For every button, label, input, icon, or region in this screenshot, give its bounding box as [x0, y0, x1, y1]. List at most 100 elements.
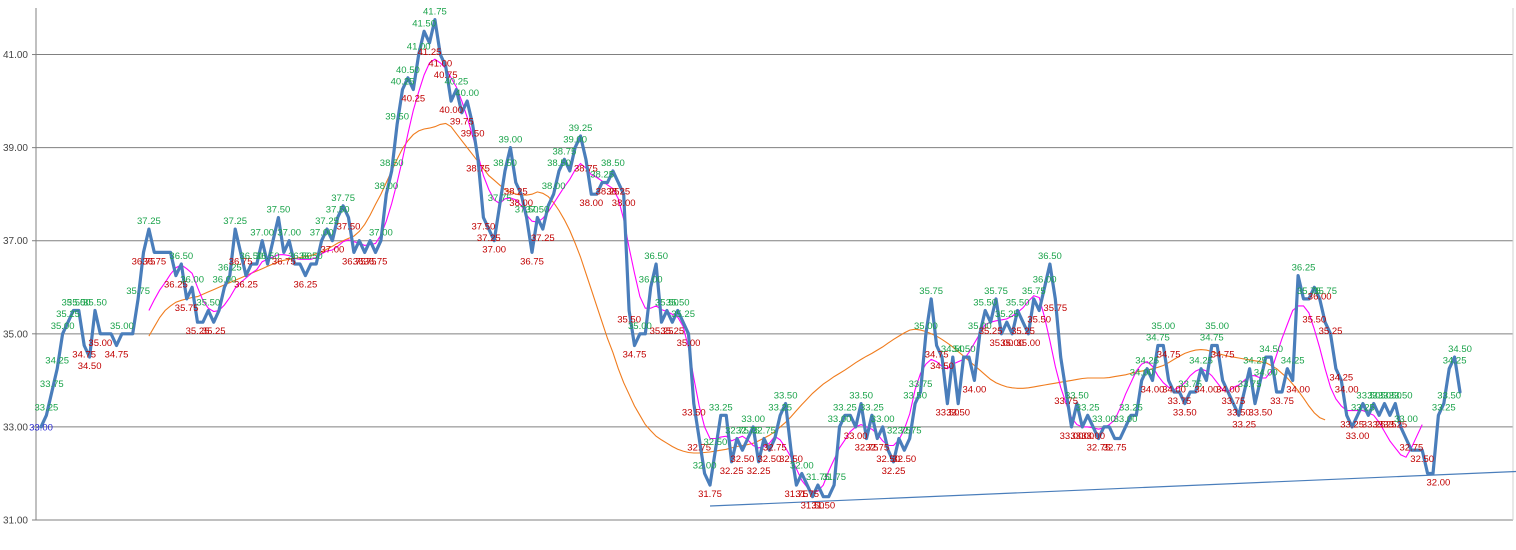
data-label: 36.00	[180, 274, 204, 285]
data-label: 35.25	[202, 326, 226, 337]
data-label: 35.00	[110, 321, 134, 332]
data-label: 34.75	[1146, 333, 1170, 344]
data-label: 35.50	[666, 298, 690, 309]
data-label: 33.75	[1222, 396, 1246, 407]
data-label: 34.00	[1216, 384, 1240, 395]
data-label: 33.75	[1270, 396, 1294, 407]
data-label: 37.00	[310, 228, 334, 239]
data-label: 35.25	[979, 326, 1003, 337]
data-label: 39.00	[499, 135, 523, 146]
data-label: 33.50	[946, 408, 970, 419]
data-label: 37.25	[315, 216, 339, 227]
data-label: 34.25	[1135, 356, 1159, 367]
data-label: 35.75	[1022, 286, 1046, 297]
data-label: 33.75	[40, 379, 64, 390]
data-label: 33.00	[1114, 414, 1138, 425]
data-label: 32.75	[763, 443, 787, 454]
data-label: 35.00	[51, 321, 75, 332]
data-label: 35.75	[126, 286, 150, 297]
data-label: 37.50	[326, 205, 350, 216]
data-label: 40.25	[401, 94, 425, 105]
data-label: 36.50	[1038, 251, 1062, 262]
data-label: 38.00	[374, 181, 398, 192]
data-label: 35.00	[1151, 321, 1175, 332]
data-label: 37.00	[277, 228, 301, 239]
data-label: 38.50	[380, 158, 404, 169]
data-label: 37.50	[526, 205, 550, 216]
data-label: 37.00	[482, 245, 506, 256]
data-label: 35.25	[56, 309, 80, 320]
data-label: 33.00	[844, 431, 868, 442]
data-label: 40.25	[445, 77, 469, 88]
data-label: 35.00	[88, 338, 112, 349]
data-label: 33.50	[1227, 408, 1251, 419]
data-label: 36.50	[169, 251, 193, 262]
data-label: 37.00	[321, 245, 345, 256]
data-label: 33.25	[35, 402, 59, 413]
data-label: 36.25	[234, 280, 258, 291]
data-label: 35.25	[671, 309, 695, 320]
data-label: 35.50	[83, 298, 107, 309]
data-label: 34.00	[1141, 384, 1165, 395]
y-tick-label: 41.00	[3, 50, 28, 61]
data-label: 41.50	[412, 18, 436, 29]
data-label: 33.50	[682, 408, 706, 419]
data-label: 41.25	[418, 47, 442, 58]
data-label: 34.50	[952, 344, 976, 355]
data-label: 33.25	[1076, 402, 1100, 413]
data-label: 33.50	[1173, 408, 1197, 419]
data-label: 33.25	[709, 402, 733, 413]
data-label: 33.50	[774, 391, 798, 402]
data-label: 31.50	[811, 501, 835, 512]
data-label: 39.25	[569, 123, 593, 134]
data-label: 40.25	[391, 77, 415, 88]
data-label: 36.25	[1292, 263, 1316, 274]
data-label: 32.75	[1103, 443, 1127, 454]
data-label: 37.50	[267, 205, 291, 216]
data-label: 34.25	[1443, 356, 1467, 367]
data-label: 40.00	[439, 105, 463, 116]
data-label: 32.50	[731, 454, 755, 465]
data-label: 37.00	[369, 228, 393, 239]
data-label: 35.75	[984, 286, 1008, 297]
data-label: 33.25	[1432, 402, 1456, 413]
data-label: 35.00	[1017, 338, 1041, 349]
data-label: 33.00	[29, 422, 53, 433]
data-label: 33.50	[1437, 391, 1461, 402]
data-label: 34.25	[1281, 356, 1305, 367]
data-label: 33.00	[828, 414, 852, 425]
data-label: 36.25	[294, 280, 318, 291]
data-label: 34.75	[72, 350, 96, 361]
data-label: 32.00	[790, 461, 814, 472]
data-label: 34.75	[1200, 333, 1224, 344]
data-label: 34.50	[78, 361, 102, 372]
data-label: 33.00	[1394, 414, 1418, 425]
data-label: 35.25	[660, 326, 684, 337]
data-label: 36.00	[639, 274, 663, 285]
data-label: 33.00	[1081, 431, 1105, 442]
data-label: 37.50	[337, 222, 361, 233]
data-label: 37.25	[531, 233, 555, 244]
data-label: 35.00	[628, 321, 652, 332]
data-label: 37.50	[472, 222, 496, 233]
data-label: 34.50	[1259, 344, 1283, 355]
data-label: 37.25	[477, 233, 501, 244]
data-label: 32.75	[752, 426, 776, 437]
data-label: 36.75	[364, 256, 388, 267]
data-label: 32.25	[747, 466, 771, 477]
data-label: 35.25	[995, 309, 1019, 320]
data-label: 32.50	[1410, 454, 1434, 465]
data-label: 33.00	[741, 414, 765, 425]
data-label: 38.50	[547, 158, 571, 169]
data-label: 34.00	[1286, 384, 1310, 395]
data-label: 32.25	[720, 466, 744, 477]
data-label: 41.00	[428, 59, 452, 70]
data-label: 33.25	[1340, 419, 1364, 430]
data-label: 35.00	[914, 321, 938, 332]
data-label: 32.50	[892, 454, 916, 465]
data-label: 35.50	[196, 298, 220, 309]
data-label: 38.75	[553, 146, 577, 157]
data-label: 33.75	[1168, 396, 1192, 407]
data-label: 36.00	[1033, 274, 1057, 285]
data-label: 35.75	[175, 303, 199, 314]
